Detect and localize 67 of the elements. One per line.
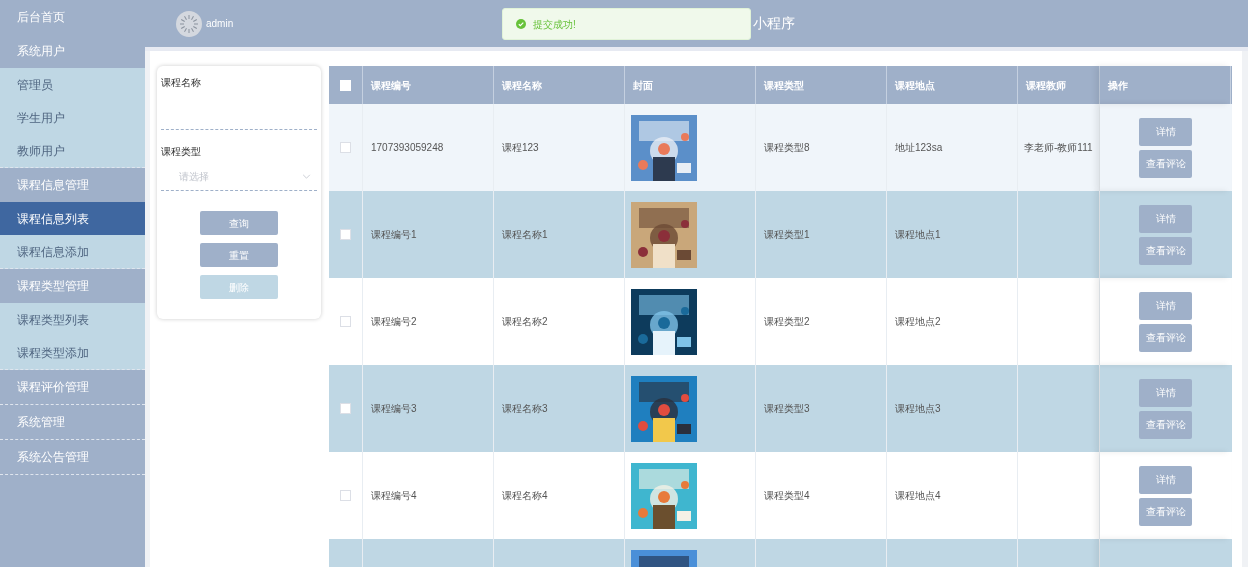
field-label: 课程类型 — [161, 145, 202, 159]
menu-item[interactable]: 课程评价管理 — [0, 370, 145, 404]
table-cell-text: 课程编号3 — [371, 402, 417, 416]
column-header: 操作 — [1108, 78, 1128, 93]
table-cell-text: 课程123 — [502, 141, 539, 155]
submenu-item[interactable]: 课程类型列表 — [0, 303, 145, 336]
table-cell-text: 课程编号4 — [371, 489, 417, 503]
menu-item[interactable]: 系统管理 — [0, 405, 145, 439]
field-label: 课程名称 — [161, 76, 202, 90]
table-cell-text: 李老师-教师111 — [1024, 141, 1093, 155]
search-button[interactable]: 重置 — [200, 243, 278, 267]
search-button[interactable]: 查询 — [200, 211, 278, 235]
table-cell-text: 课程类型8 — [764, 141, 810, 155]
table-cell-text: 课程类型1 — [764, 228, 810, 242]
table-cell-text: 课程名称2 — [502, 315, 548, 329]
menu-item[interactable]: 系统公告管理 — [0, 440, 145, 474]
loading-icon — [176, 10, 202, 37]
submenu-item[interactable]: 管理员 — [0, 68, 145, 101]
table-cell-text: 课程名称3 — [502, 402, 548, 416]
table-cell-text: 课程编号2 — [371, 315, 417, 329]
table-cell-text: 课程类型3 — [764, 402, 810, 416]
action-button[interactable]: 查看评论 — [1139, 236, 1192, 265]
column-header: 课程类型 — [764, 78, 804, 93]
submenu-item[interactable]: 教师用户 — [0, 134, 145, 167]
submenu-item[interactable]: 学生用户 — [0, 101, 145, 134]
checkbox[interactable] — [340, 142, 351, 153]
column-header: 课程教师 — [1026, 78, 1066, 93]
checkbox[interactable] — [340, 316, 351, 327]
column-header: 课程编号 — [371, 78, 411, 93]
menu-item[interactable]: 课程类型管理 — [0, 269, 145, 303]
table-cell-text: 课程地点3 — [895, 402, 941, 416]
column-header: 课程地点 — [895, 78, 935, 93]
column-header: 封面 — [633, 78, 653, 93]
action-button[interactable]: 详情 — [1139, 291, 1192, 320]
checkbox[interactable] — [340, 403, 351, 414]
action-button[interactable]: 查看评论 — [1139, 323, 1192, 352]
action-button[interactable]: 查看评论 — [1139, 497, 1192, 526]
menu-item[interactable]: 系统用户 — [0, 34, 145, 68]
action-button[interactable]: 详情 — [1139, 378, 1192, 407]
action-button[interactable]: 详情 — [1139, 465, 1192, 494]
table-cell-text: 课程地点2 — [895, 315, 941, 329]
action-button[interactable]: 查看评论 — [1139, 410, 1192, 439]
table-cell-text: 课程名称1 — [502, 228, 548, 242]
user-name: admin — [206, 17, 234, 31]
table-cell-text: 课程编号1 — [371, 228, 417, 242]
table-cell-text: 课程类型4 — [764, 489, 810, 503]
checkbox[interactable] — [340, 490, 351, 501]
submenu-item[interactable]: 课程信息添加 — [0, 235, 145, 268]
submenu-item[interactable]: 课程类型添加 — [0, 336, 145, 369]
table-cell-text: 1707393059248 — [371, 141, 444, 155]
toast-message: 提交成功! — [533, 17, 576, 32]
column-header: 课程名称 — [502, 78, 542, 93]
app-title: 小程序 — [753, 14, 796, 33]
table-cell-text: 课程地点1 — [895, 228, 941, 242]
menu-item[interactable]: 课程信息管理 — [0, 168, 145, 202]
menu-item[interactable]: 后台首页 — [0, 0, 145, 34]
table-cell-text: 课程地点4 — [895, 489, 941, 503]
action-button[interactable]: 详情 — [1139, 204, 1192, 233]
action-button[interactable]: 查看评论 — [1139, 149, 1192, 178]
submenu-item[interactable]: 课程信息列表 — [0, 202, 145, 235]
table-cell-text: 地址123sa — [895, 141, 943, 155]
table-cell-text: 课程名称4 — [502, 489, 548, 503]
table-cell-text: 课程类型2 — [764, 315, 810, 329]
check-circle-icon — [516, 19, 526, 29]
action-button[interactable]: 详情 — [1139, 117, 1192, 146]
checkbox[interactable] — [340, 229, 351, 240]
chevron-down-icon — [302, 174, 311, 179]
